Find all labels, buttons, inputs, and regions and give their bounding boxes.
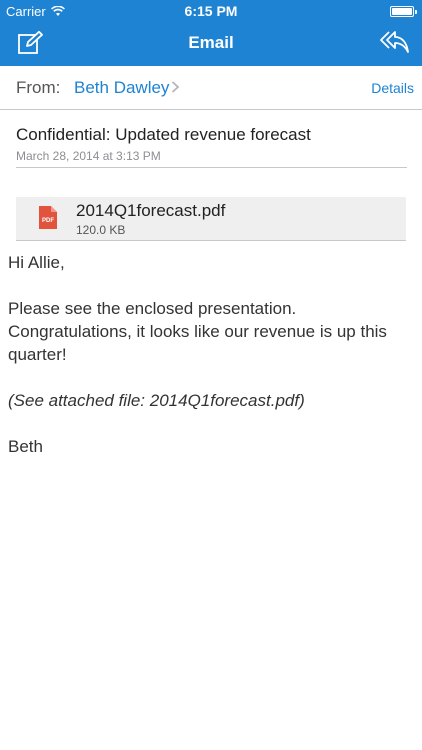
status-bar: Carrier 6:15 PM bbox=[0, 0, 422, 22]
battery-icon bbox=[390, 6, 417, 17]
chevron-right-icon bbox=[171, 81, 180, 93]
page-title: Email bbox=[188, 33, 234, 52]
pdf-icon-label: PDF bbox=[42, 218, 54, 224]
from-label: From: bbox=[16, 78, 61, 97]
email-date: March 28, 2014 at 3:13 PM bbox=[16, 149, 161, 163]
divider bbox=[16, 167, 407, 168]
pdf-icon: PDF bbox=[39, 206, 57, 229]
email-paragraph: Please see the enclosed presentation. Co… bbox=[8, 299, 387, 364]
sender-name-link[interactable]: Beth Dawley bbox=[74, 78, 169, 98]
email-greeting: Hi Allie, bbox=[8, 253, 65, 272]
email-subject: Confidential: Updated revenue forecast bbox=[16, 125, 311, 144]
status-time: 6:15 PM bbox=[184, 3, 238, 19]
details-link[interactable]: Details bbox=[371, 80, 414, 96]
nav-bar: Carrier 6:15 PM Email bbox=[0, 0, 422, 66]
from-row: From: Beth Dawley Details bbox=[0, 66, 422, 110]
reply-all-icon[interactable] bbox=[380, 30, 410, 54]
attachment-size: 120.0 KB bbox=[76, 223, 126, 237]
email-body: Hi Allie, Please see the enclosed presen… bbox=[8, 251, 414, 481]
attachment-item[interactable]: PDF 2014Q1forecast.pdf 120.0 KB bbox=[16, 197, 406, 241]
attachment-note: (See attached file: 2014Q1forecast.pdf) bbox=[8, 391, 305, 410]
email-signature: Beth bbox=[8, 437, 43, 456]
attachment-filename: 2014Q1forecast.pdf bbox=[76, 201, 226, 220]
